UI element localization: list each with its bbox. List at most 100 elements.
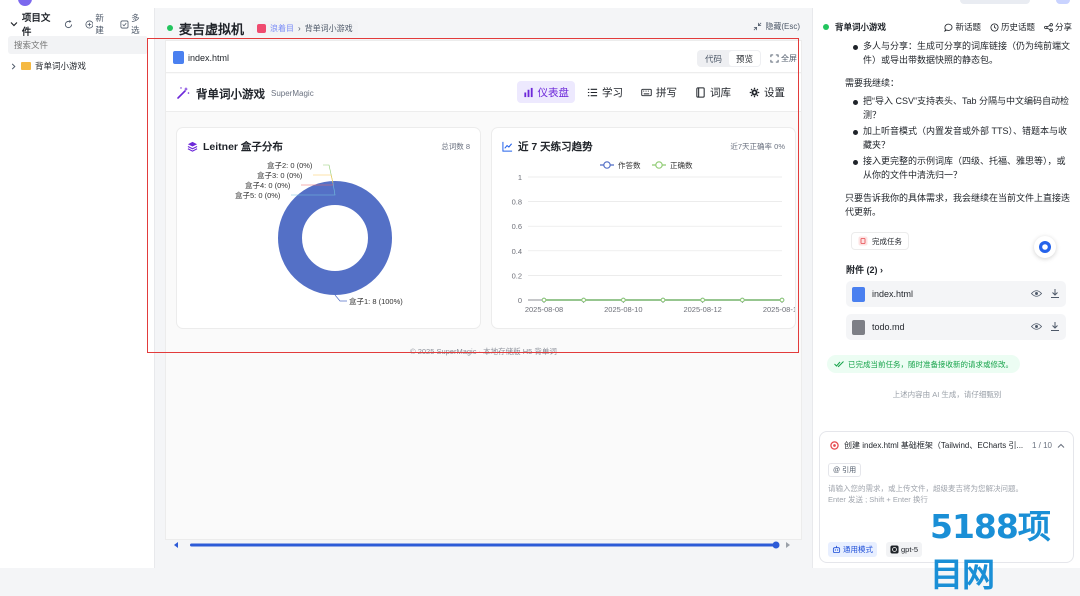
top-user-button[interactable] <box>1056 0 1070 4</box>
chevron-right-icon[interactable] <box>10 63 17 70</box>
bullet-dot <box>853 100 858 105</box>
html-file-icon <box>173 51 184 64</box>
nav-wordbank-label: 词库 <box>710 86 731 99</box>
bar-chart-icon <box>523 87 533 97</box>
new-file-button[interactable]: 新建 <box>84 12 113 36</box>
project-title: 麦吉虚拟机 <box>179 21 245 37</box>
trend-card: 近 7 天练习趋势 近7天正确率 0% 作答数 正确数 0 0.2 0.4 0.6 0.8 1… <box>491 127 796 329</box>
message-need-line: 需要我继续： <box>845 78 900 88</box>
ai-disclaimer: 上述内容由 AI 生成，请仔细甄别 <box>892 390 1002 399</box>
attachment-name: index.html <box>872 289 914 299</box>
horizontal-scrollbar[interactable] <box>170 538 790 552</box>
nav-study-label: 学习 <box>602 86 623 99</box>
new-topic-button[interactable]: 新话题 <box>944 21 981 33</box>
trend-card-title: 近 7 天练习趋势 <box>502 139 593 154</box>
watermark-logo: 5188项目网 <box>930 507 1080 594</box>
legend-marker <box>603 161 611 169</box>
history-icon <box>990 22 999 32</box>
top-search-bar[interactable] <box>960 0 1030 4</box>
slice-leader-line <box>334 294 347 302</box>
x-tick-label: 2025-08-10 <box>604 305 642 314</box>
y-tick-label: 0 <box>518 296 522 305</box>
book-icon <box>696 86 705 98</box>
attachments-label: 附件 (2) <box>846 265 878 275</box>
app-header: 背单词小游戏 SuperMagic 仪表盘 学习 拼写 词库 设置 <box>166 74 801 112</box>
task-status-badge: 已完成当前任务，随时准备接收新的请求或修改。 <box>827 355 1020 373</box>
app-title: 背单词小游戏 <box>196 89 265 101</box>
leitner-donut-chart: 盒子1: 8 (100%) 盒子2: 0 (0%)盒子3: 0 (0%)盒子4: … <box>235 160 403 306</box>
preview-area: 麦吉虚拟机 浪着目 › 背单词小游戏 隐藏(Esc) index.html 代码… <box>155 8 812 568</box>
refresh-icon[interactable] <box>64 19 73 29</box>
tab-preview[interactable]: 预览 <box>728 51 760 66</box>
fullscreen-button[interactable]: 全屏 <box>770 53 797 64</box>
data-point <box>541 297 547 303</box>
watermark-text: 5188项目网 <box>930 507 1051 594</box>
download-icon[interactable] <box>1050 288 1060 299</box>
preview-footer: © 2025 SuperMagic · 本地存储版 H5 背单词 <box>410 347 557 356</box>
share-label: 分享 <box>1054 22 1072 32</box>
breadcrumb-link[interactable]: 浪着目 <box>270 23 294 34</box>
nav-wordbank[interactable]: 词库 <box>689 81 737 103</box>
data-point <box>779 297 785 303</box>
slice-label: 盒子1: 8 (100%) <box>349 296 403 306</box>
slice-leader-line <box>323 164 334 184</box>
nav-settings-label: 设置 <box>764 86 785 99</box>
floating-assistant-button[interactable] <box>1034 236 1056 258</box>
multi-select-label: 多选 <box>131 13 140 35</box>
nav-study[interactable]: 学习 <box>581 81 629 103</box>
legend-marker <box>655 161 663 169</box>
quote-button[interactable]: @ 引用 <box>828 463 862 477</box>
nav-dashboard[interactable]: 仪表盘 <box>516 81 575 103</box>
mode-selector[interactable]: 通用模式 <box>828 542 877 557</box>
total-words-count: 总词数 8 <box>441 142 470 151</box>
eye-icon[interactable] <box>1031 289 1042 298</box>
tab-code[interactable]: 代码 <box>698 51 729 66</box>
legend-label: 正确数 <box>670 160 693 170</box>
tree-item-label: 背单词小游戏 <box>35 61 87 71</box>
attachment-row[interactable]: index.html <box>846 281 1066 307</box>
file-search-input[interactable] <box>8 36 148 54</box>
attachments-header[interactable]: 附件 (2) › <box>846 263 883 276</box>
x-tick-label: 2025-08-08 <box>525 305 563 314</box>
message-bullet-2: 加上听音模式（内置发音或外部 TTS）、错题本与收藏夹？ <box>863 126 1067 150</box>
history-button[interactable]: 历史话题 <box>990 21 1035 33</box>
new-file-label: 新建 <box>95 13 104 35</box>
download-icon[interactable] <box>1050 321 1060 332</box>
leitner-title-text: Leitner 盒子分布 <box>203 141 283 153</box>
folder-icon <box>21 62 31 70</box>
plus-circle-icon <box>84 20 93 28</box>
chat-panel: 背单词小游戏 新话题 历史话题 分享 多人与分享：生成可分享的词库链接（仍为纯前… <box>812 8 1080 568</box>
nav-spelling[interactable]: 拼写 <box>635 81 683 103</box>
chevron-down-icon[interactable] <box>10 20 18 28</box>
tree-item-project-folder[interactable]: 背单词小游戏 <box>10 60 86 72</box>
leitner-card-title: Leitner 盒子分布 <box>187 139 283 154</box>
eye-icon[interactable] <box>1031 322 1042 331</box>
online-status-dot <box>167 25 173 31</box>
nav-settings[interactable]: 设置 <box>743 81 791 103</box>
checkbox-icon <box>120 20 129 28</box>
current-task-line[interactable]: 创建 index.html 基础框架（Tailwind、ECharts 引...… <box>830 440 1065 451</box>
task-counter: 1 / 10 <box>1031 441 1052 450</box>
hide-preview-button[interactable]: 隐藏(Esc) <box>753 21 800 32</box>
chevron-right-icon: › <box>880 265 884 275</box>
chevron-up-icon[interactable] <box>1057 442 1065 450</box>
model-selector[interactable]: gpt-5 <box>886 542 923 557</box>
multi-select-button[interactable]: 多选 <box>120 12 148 36</box>
trend-line-chart: 作答数 正确数 0 0.2 0.4 0.6 0.8 1 2025-08-08 2025-08-10… <box>512 160 795 314</box>
breadcrumb[interactable]: 浪着目 › 背单词小游戏 <box>252 20 358 36</box>
markdown-file-icon <box>852 320 865 335</box>
code-preview-toggle: 代码 预览 <box>696 50 761 67</box>
task-done-chip[interactable]: 完成任务 <box>851 232 909 250</box>
task-icon <box>858 236 868 246</box>
model-label: gpt-5 <box>901 545 919 554</box>
preview-file-name: index.html <box>188 53 230 63</box>
nav-spelling-label: 拼写 <box>656 86 677 99</box>
leitner-card: Leitner 盒子分布 总词数 8 盒子1: 8 (100%) 盒子2: 0 (… <box>176 127 481 329</box>
share-button[interactable]: 分享 <box>1044 21 1072 33</box>
attachment-row[interactable]: todo.md <box>846 314 1066 340</box>
task-progress-icon <box>830 441 839 450</box>
task-done-label: 完成任务 <box>872 236 902 246</box>
y-tick-label: 0.4 <box>512 247 522 256</box>
slice-label: 盒子2: 0 (0%) <box>267 160 313 170</box>
scrollbar-track[interactable] <box>170 538 790 552</box>
